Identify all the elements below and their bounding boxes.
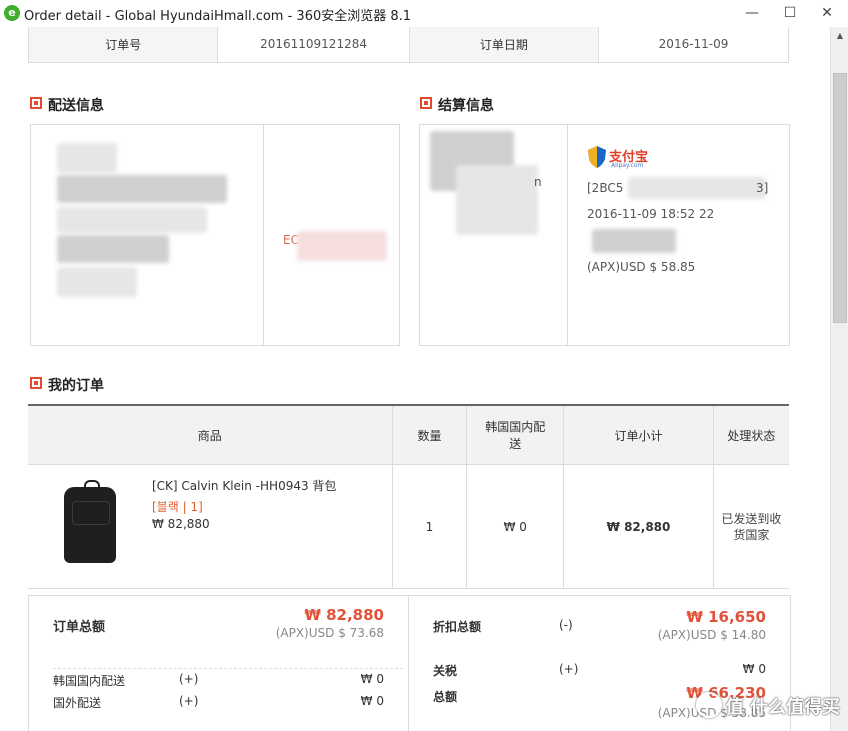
domestic-shipping-cell: ₩ 0 — [466, 464, 564, 589]
payment-title-text: 结算信息 — [438, 98, 494, 114]
product-cell: [CK] Calvin Klein -HH0943 背包 [블랙 | 1] ₩ … — [28, 464, 393, 589]
scroll-up-arrow-icon[interactable]: ▲ — [831, 27, 848, 45]
order-date-label: 订单日期 — [408, 27, 600, 63]
product-name-link[interactable]: [CK] Calvin Klein -HH0943 背包 — [152, 477, 336, 494]
redacted-block — [297, 231, 387, 261]
payment-section-title: 结算信息 — [420, 95, 494, 115]
section-marker-icon — [30, 97, 42, 109]
alipay-shield-icon — [588, 146, 606, 168]
tax-value: ₩ 0 — [742, 662, 766, 676]
order-no-label: 订单号 — [27, 27, 219, 63]
minimize-button[interactable]: — — [740, 2, 764, 24]
status-cell: 已发送到收货国家 — [712, 464, 789, 589]
tax-sign: (+) — [559, 662, 579, 676]
discount-total-usd: (APX)USD $ 14.80 — [657, 628, 766, 642]
order-items-table: 商品 数量 韩国国内配送 订单小计 处理状态 [CK] Calvin Klein… — [28, 404, 789, 589]
order-total-usd: (APX)USD $ 73.68 — [275, 626, 384, 640]
watermark-logo-icon — [695, 692, 722, 718]
my-order-title-text: 我的订单 — [48, 378, 104, 394]
payment-divider — [567, 125, 568, 345]
section-marker-icon — [420, 97, 432, 109]
trade-no-suffix: 3] — [756, 181, 769, 195]
overseas-shipping-label: 国外配送 — [53, 696, 102, 710]
product-image[interactable] — [64, 480, 116, 563]
delivery-divider — [263, 125, 264, 345]
alipay-sub-label: Alipay.com — [611, 162, 644, 169]
redacted-block — [57, 143, 117, 173]
overseas-shipping-value: ₩ 0 — [360, 694, 384, 708]
delivery-title-text: 配送信息 — [48, 98, 104, 114]
overseas-shipping-sign: (+) — [179, 694, 199, 708]
discount-total-krw: ₩ 16,650 — [686, 608, 766, 626]
column-header-quantity: 数量 — [391, 404, 467, 465]
domestic-shipping-label: 韩国国内配送 — [53, 674, 126, 688]
quantity-cell: 1 — [391, 464, 467, 589]
summary-divider — [408, 596, 409, 731]
redacted-block — [57, 175, 227, 203]
page-content: 订单号 20161109121284 订单日期 2016-11-09 配送信息 … — [0, 27, 830, 731]
window-titlebar: e Order detail - Global HyundaiHmall.com… — [0, 0, 848, 28]
watermark-text: 值 什么值得买 — [725, 697, 840, 718]
domestic-shipping-sign: (+) — [179, 672, 199, 686]
redacted-block — [456, 165, 538, 235]
delivery-section-title: 配送信息 — [30, 95, 104, 115]
trade-no-prefix: [2BC5 — [587, 181, 624, 195]
order-date-value: 2016-11-09 — [598, 27, 789, 63]
maximize-button[interactable]: ☐ — [778, 2, 802, 24]
domestic-shipping-value: ₩ 0 — [360, 672, 384, 686]
column-header-product: 商品 — [28, 404, 393, 465]
redacted-block — [592, 229, 676, 253]
grand-total-label: 总额 — [433, 690, 458, 704]
window-title: Order detail - Global HyundaiHmall.com -… — [24, 9, 412, 24]
redacted-block — [628, 177, 766, 199]
browser-logo-icon: e — [4, 5, 20, 21]
section-marker-icon — [30, 377, 42, 389]
column-header-subtotal: 订单小计 — [563, 404, 714, 465]
tax-label: 关税 — [433, 664, 458, 678]
redacted-block — [57, 207, 207, 233]
order-total-krw: ₩ 82,880 — [304, 606, 384, 624]
discount-sign: (-) — [559, 618, 573, 632]
order-summary-box: 订单总额 ₩ 82,880 (APX)USD $ 73.68 韩国国内配送 (+… — [28, 595, 791, 731]
payment-partial-text: n — [534, 175, 542, 189]
alipay-logo: 支付宝 Alipay.com — [587, 145, 651, 171]
watermark: 值 什么值得买 — [695, 692, 840, 719]
close-button[interactable]: ✕ — [815, 2, 839, 24]
redacted-block — [57, 235, 169, 263]
redacted-block — [57, 267, 137, 297]
order-total-label: 订单总额 — [53, 620, 106, 635]
order-no-value: 20161109121284 — [217, 27, 410, 63]
order-header-table: 订单号 20161109121284 订单日期 2016-11-09 — [27, 27, 789, 63]
column-header-domestic-shipping: 韩国国内配送 — [466, 404, 564, 465]
discount-total-label: 折扣总额 — [433, 620, 482, 634]
scrollbar-thumb[interactable] — [833, 73, 847, 323]
delivery-info-box: EC — [30, 124, 400, 346]
product-price: ₩ 82,880 — [152, 517, 210, 531]
payment-amount: (APX)USD $ 58.85 — [587, 260, 696, 274]
vertical-scrollbar[interactable]: ▲ — [830, 27, 848, 731]
product-option: [블랙 | 1] — [152, 500, 203, 514]
my-order-section-title: 我的订单 — [30, 375, 104, 395]
summary-dashed-divider — [53, 668, 403, 669]
column-header-status: 处理状态 — [712, 404, 789, 465]
subtotal-cell: ₩ 82,880 — [563, 464, 714, 589]
payment-datetime: 2016-11-09 18:52 22 — [587, 207, 715, 221]
table-row: [CK] Calvin Klein -HH0943 背包 [블랙 | 1] ₩ … — [28, 464, 789, 589]
